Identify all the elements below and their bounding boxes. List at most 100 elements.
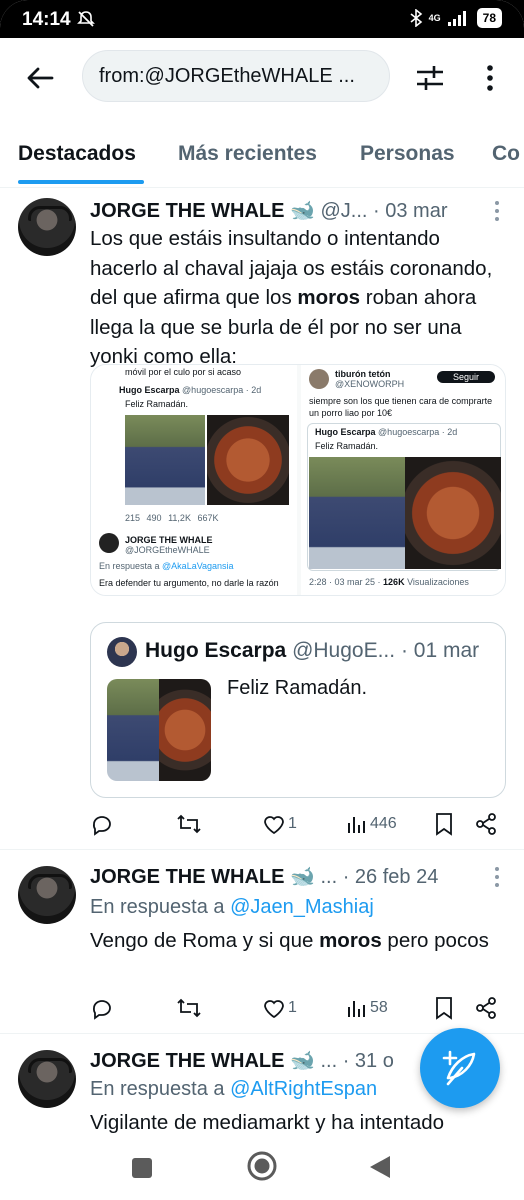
reply-button[interactable] bbox=[90, 810, 114, 838]
bookmark-icon bbox=[436, 813, 452, 836]
views-chart-icon bbox=[348, 817, 365, 833]
author-handle[interactable]: @J... bbox=[320, 200, 367, 222]
like-count: 1 bbox=[288, 815, 297, 832]
tweet[interactable]: JORGE THE WHALE 🐋 @J... · 03 mar Los que… bbox=[0, 188, 524, 850]
share-button[interactable] bbox=[474, 994, 498, 1022]
reply-button[interactable] bbox=[90, 994, 114, 1022]
android-nav-bar bbox=[0, 1134, 524, 1200]
quoted-text: Feliz Ramadán. bbox=[227, 677, 368, 699]
search-input[interactable]: from:@JORGEtheWHALE ... bbox=[82, 50, 390, 102]
media-image-left[interactable]: móvil por el culo por si acaso Hugo Esca… bbox=[91, 365, 297, 595]
views-chart-icon bbox=[348, 1001, 365, 1017]
tweet[interactable]: JORGE THE WHALE 🐋 ... · 26 feb 24 En res… bbox=[0, 850, 524, 1034]
views-count: 446 bbox=[370, 815, 397, 832]
status-bar: 14:14 4G 78 bbox=[0, 0, 524, 38]
screenshot-stats: 215 490 11,2K 667K bbox=[125, 513, 219, 523]
reply-icon bbox=[92, 1000, 111, 1020]
whale-emoji-icon: 🐋 bbox=[290, 200, 315, 222]
status-right: 4G 78 bbox=[409, 8, 502, 28]
tweet-options-icon[interactable] bbox=[494, 200, 500, 222]
signal-icon bbox=[447, 11, 466, 26]
like-button[interactable]: 1 bbox=[262, 810, 297, 838]
boy-photo bbox=[309, 457, 405, 569]
compose-post-button[interactable] bbox=[420, 1028, 500, 1108]
tab-mas-recientes[interactable]: Más recientes bbox=[178, 142, 317, 166]
compose-feather-plus-icon bbox=[442, 1050, 476, 1086]
quoted-date: · 01 mar bbox=[400, 639, 480, 662]
author-name[interactable]: JORGE THE WHALE bbox=[90, 866, 284, 888]
avatar[interactable] bbox=[18, 1050, 76, 1108]
boy-photo bbox=[125, 415, 205, 505]
reply-to-handle[interactable]: @Jaen_Mashiaj bbox=[230, 896, 374, 918]
active-tab-indicator bbox=[18, 180, 144, 184]
tab-personas[interactable]: Personas bbox=[360, 142, 455, 166]
search-header: from:@JORGEtheWHALE ... bbox=[0, 38, 524, 118]
author-name[interactable]: JORGE THE WHALE bbox=[90, 200, 284, 222]
more-options-icon[interactable] bbox=[482, 62, 498, 94]
quoted-media bbox=[107, 679, 211, 781]
home-circle-icon[interactable] bbox=[246, 1150, 278, 1182]
food-photo bbox=[207, 415, 289, 505]
bluetooth-icon bbox=[410, 9, 422, 27]
tweet-header: JORGE THE WHALE 🐋 ... · 31 o bbox=[90, 1048, 394, 1073]
share-icon bbox=[476, 997, 496, 1019]
like-button[interactable]: 1 bbox=[262, 994, 297, 1022]
food-photo bbox=[405, 457, 501, 569]
author-name[interactable]: JORGE THE WHALE bbox=[90, 1050, 284, 1072]
retweet-button[interactable] bbox=[176, 810, 202, 838]
share-button[interactable] bbox=[474, 810, 498, 838]
back-arrow-icon[interactable] bbox=[24, 62, 56, 94]
tweet-media-grid[interactable]: móvil por el culo por si acaso Hugo Esca… bbox=[90, 364, 506, 596]
battery-indicator: 78 bbox=[476, 8, 502, 28]
views-button[interactable]: 446 bbox=[346, 810, 397, 838]
views-count: 58 bbox=[370, 999, 388, 1016]
tweet-actions: 1 446 bbox=[90, 810, 500, 838]
back-triangle-icon[interactable] bbox=[368, 1154, 392, 1180]
tab-cortado[interactable]: Co bbox=[492, 142, 520, 166]
tweet-text: Vengo de Roma y si que moros pero pocos bbox=[90, 929, 489, 952]
reply-to-handle[interactable]: @AltRightEspan bbox=[230, 1078, 377, 1100]
retweet-icon bbox=[177, 814, 201, 834]
tweet-date: · 03 mar bbox=[373, 200, 448, 222]
screen: 14:14 4G 78 from:@JORGEtheWHALE ... Dest… bbox=[0, 0, 524, 1200]
avatar[interactable] bbox=[18, 198, 76, 256]
quoted-author-handle: @HugoE... bbox=[292, 639, 396, 662]
reply-context: En respuesta a @AltRightEspan bbox=[90, 1078, 378, 1100]
quoted-tweet[interactable]: Hugo Escarpa @HugoE... · 01 mar Feliz Ra… bbox=[90, 622, 506, 798]
quoted-avatar bbox=[107, 637, 137, 667]
retweet-button[interactable] bbox=[176, 994, 202, 1022]
whale-emoji-icon: 🐋 bbox=[290, 1050, 315, 1072]
notifications-muted-icon bbox=[77, 11, 95, 27]
avatar[interactable] bbox=[18, 866, 76, 924]
reply-context: En respuesta a @Jaen_Mashiaj bbox=[90, 896, 374, 918]
recents-square-icon[interactable] bbox=[130, 1156, 154, 1180]
tweet-header: JORGE THE WHALE 🐋 @J... · 03 mar bbox=[90, 198, 448, 223]
tweet-actions: 1 58 bbox=[90, 994, 500, 1022]
like-count: 1 bbox=[288, 999, 297, 1016]
bookmark-button[interactable] bbox=[434, 810, 454, 838]
tweet-date: · 26 feb 24 bbox=[342, 866, 439, 888]
views-button[interactable]: 58 bbox=[346, 994, 388, 1022]
tab-destacados[interactable]: Destacados bbox=[18, 142, 136, 166]
quoted-header: Hugo Escarpa @HugoE... · 01 mar bbox=[145, 639, 479, 663]
search-tabs: Destacados Más recientes Personas Co bbox=[0, 118, 524, 188]
media-image-right[interactable]: tiburón tetón @XENOWORPH Seguir siempre … bbox=[301, 365, 505, 595]
author-handle[interactable]: ... bbox=[320, 1050, 337, 1072]
tweet-header: JORGE THE WHALE 🐋 ... · 26 feb 24 bbox=[90, 864, 438, 889]
tweet-options-icon[interactable] bbox=[494, 866, 500, 888]
whale-emoji-icon: 🐋 bbox=[290, 866, 315, 888]
filter-sliders-icon[interactable] bbox=[414, 62, 446, 94]
share-icon bbox=[476, 813, 496, 835]
tweet-text: Los que estáis insultando o intentando h… bbox=[90, 227, 493, 368]
heart-icon bbox=[264, 1000, 284, 1019]
heart-icon bbox=[264, 816, 284, 835]
tweet-date: · 31 o bbox=[342, 1050, 394, 1072]
network-type: 4G bbox=[428, 12, 441, 23]
bookmark-icon bbox=[436, 997, 452, 1020]
bookmark-button[interactable] bbox=[434, 994, 454, 1022]
quoted-author-name: Hugo Escarpa bbox=[145, 639, 287, 662]
reply-icon bbox=[92, 816, 111, 836]
author-handle[interactable]: ... bbox=[320, 866, 337, 888]
retweet-icon bbox=[177, 998, 201, 1018]
status-time: 14:14 bbox=[22, 9, 71, 30]
